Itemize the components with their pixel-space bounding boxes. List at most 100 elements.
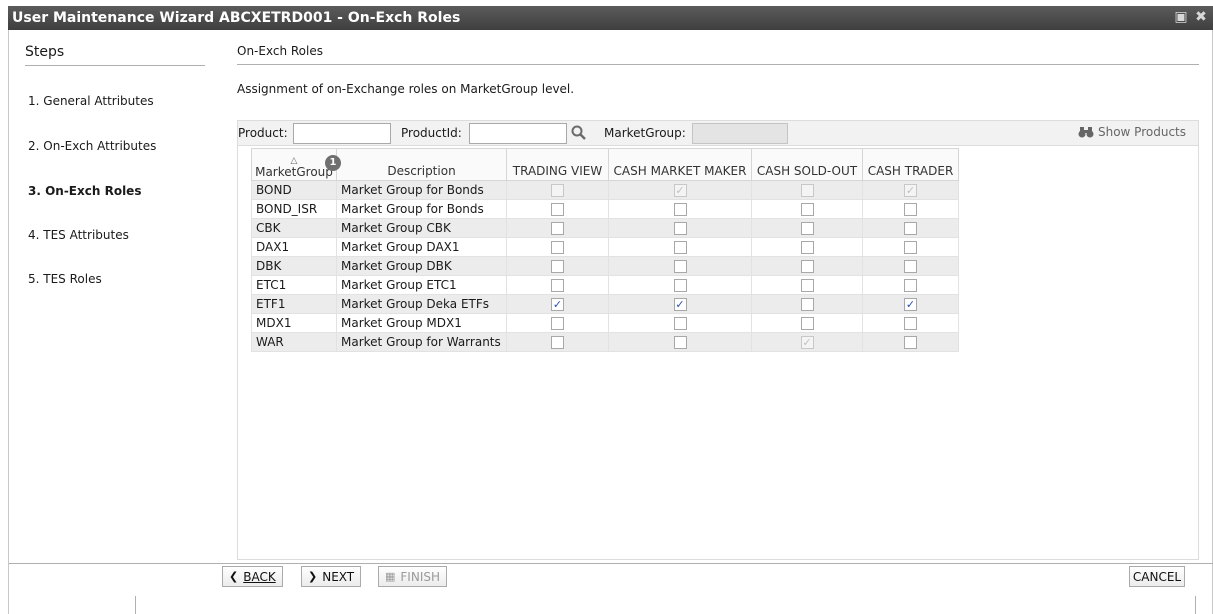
close-icon[interactable]: ✖ [1193,9,1209,25]
cancel-button[interactable]: CANCEL [1129,566,1185,587]
column-header-cash-sold-out[interactable]: CASH SOLD-OUT [751,148,863,181]
cell-trading-view [506,294,609,314]
trading-view-checkbox[interactable] [551,241,564,254]
cash-market-maker-checkbox [673,184,687,197]
status-divider-left [135,596,136,614]
cash-trader-checkbox[interactable] [904,222,917,235]
trading-view-checkbox[interactable] [551,260,564,273]
product-label: Product: [238,126,288,140]
restore-icon[interactable]: ▣ [1173,9,1189,25]
cash-trader-checkbox[interactable] [904,241,917,254]
footer-divider [9,563,1213,564]
productid-input[interactable] [469,123,567,144]
table-row[interactable]: ETC1 Market Group ETC1 [251,275,959,295]
table-row[interactable]: CBK Market Group CBK [251,218,959,238]
table-header-row: △ MarketGroup 1 Description TRADING VIEW… [251,148,959,181]
cell-cash-sold-out [751,294,863,314]
cell-trading-view [506,313,609,333]
cash-market-maker-checkbox[interactable] [673,260,687,273]
cell-cash-trader [862,294,959,314]
cash-market-maker-checkbox[interactable] [673,279,687,292]
cell-description: Market Group for Bonds [336,199,507,219]
column-header-description[interactable]: Description [336,148,507,181]
cash-trader-checkbox[interactable] [904,298,917,311]
step-tes-attributes[interactable]: 4. TES Attributes [28,228,129,242]
cash-trader-checkbox[interactable] [904,260,917,273]
trading-view-checkbox[interactable] [551,317,564,330]
table-row[interactable]: WAR Market Group for Warrants [251,332,959,352]
cash-market-maker-checkbox[interactable] [673,222,687,235]
cash-sold-out-checkbox[interactable] [800,222,814,235]
step-on-exch-roles[interactable]: 3. On-Exch Roles [28,184,141,198]
trading-view-checkbox [551,184,564,197]
cash-market-maker-checkbox[interactable] [673,298,687,311]
cash-trader-checkbox[interactable] [904,336,917,349]
trading-view-checkbox[interactable] [551,298,564,311]
cash-trader-checkbox[interactable] [904,203,917,216]
cell-trading-view [506,237,609,257]
checkered-flag-icon: ▦ [385,570,396,583]
cash-market-maker-checkbox[interactable] [673,317,687,330]
binoculars-icon [1078,127,1094,138]
trading-view-checkbox[interactable] [551,279,564,292]
cash-sold-out-checkbox[interactable] [800,279,814,292]
cash-sold-out-checkbox[interactable] [800,298,814,311]
cash-sold-out-checkbox[interactable] [800,241,814,254]
cell-cash-market-maker [608,332,752,352]
cash-trader-checkbox[interactable] [904,279,917,292]
step-on-exch-attributes[interactable]: 2. On-Exch Attributes [28,139,156,153]
table-row[interactable]: MDX1 Market Group MDX1 [251,313,959,333]
cash-market-maker-checkbox[interactable] [673,336,687,349]
cash-market-maker-checkbox[interactable] [673,241,687,254]
sort-order-badge: 1 [325,155,341,171]
productid-label: ProductId: [401,126,462,140]
column-header-cash-trader[interactable]: CASH TRADER [862,148,959,181]
cell-cash-market-maker [608,180,752,200]
cell-marketgroup: CBK [251,218,337,238]
section-title: On-Exch Roles [237,44,1199,65]
window-titlebar: User Maintenance Wizard ABCXETRD001 - On… [8,6,1213,30]
trading-view-checkbox[interactable] [551,222,564,235]
cell-cash-sold-out [751,256,863,276]
column-header-marketgroup[interactable]: △ MarketGroup 1 [251,148,341,181]
trading-view-checkbox[interactable] [551,203,564,216]
marketgroup-input [692,123,788,144]
cell-cash-trader [862,256,959,276]
status-divider-right [1195,596,1196,614]
back-button[interactable]: ❮ BACK [222,566,283,587]
product-input[interactable] [293,123,391,144]
cell-cash-sold-out [751,199,863,219]
cell-cash-sold-out [751,218,863,238]
cell-cash-sold-out [751,332,863,352]
column-header-cash-market-maker[interactable]: CASH MARKET MAKER [608,148,752,181]
table-row[interactable]: DBK Market Group DBK [251,256,959,276]
cash-sold-out-checkbox[interactable] [800,260,814,273]
cell-cash-sold-out [751,275,863,295]
cash-sold-out-checkbox[interactable] [800,203,814,216]
step-general-attributes[interactable]: 1. General Attributes [28,94,154,108]
cell-cash-trader [862,237,959,257]
cash-sold-out-checkbox[interactable] [800,317,814,330]
trading-view-checkbox[interactable] [551,336,564,349]
cash-sold-out-checkbox [800,336,814,349]
column-header-trading-view[interactable]: TRADING VIEW [506,148,609,181]
table-row[interactable]: BOND_ISR Market Group for Bonds [251,199,959,219]
cell-cash-market-maker [608,294,752,314]
search-icon[interactable] [570,123,588,143]
marketgroup-label: MarketGroup: [604,126,686,140]
cell-marketgroup: DBK [251,256,337,276]
cash-market-maker-checkbox[interactable] [673,203,687,216]
cell-trading-view [506,199,609,219]
show-products-button[interactable]: Show Products [1078,125,1186,139]
step-tes-roles[interactable]: 5. TES Roles [28,272,102,286]
window-title: User Maintenance Wizard ABCXETRD001 - On… [12,10,461,26]
table-row[interactable]: ETF1 Market Group Deka ETFs [251,294,959,314]
cell-cash-sold-out [751,237,863,257]
cell-trading-view [506,180,609,200]
table-row[interactable]: BOND Market Group for Bonds [251,180,959,200]
table-row[interactable]: DAX1 Market Group DAX1 [251,237,959,257]
cash-trader-checkbox[interactable] [904,317,917,330]
next-button[interactable]: ❯ NEXT [301,566,362,587]
cell-marketgroup: DAX1 [251,237,337,257]
cell-marketgroup: WAR [251,332,337,352]
